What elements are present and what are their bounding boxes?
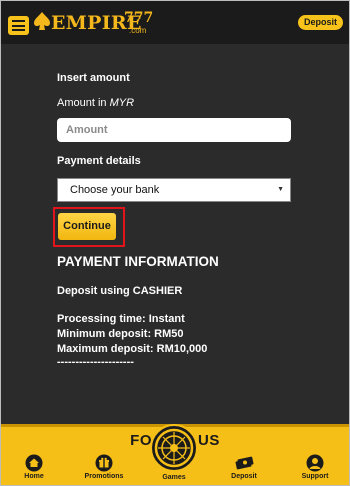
support-icon (306, 454, 324, 472)
divider-dashes: --------------------- (57, 356, 134, 368)
spade-icon (34, 12, 50, 30)
bank-select-value: Choose your bank (70, 184, 160, 196)
money-icon (235, 456, 254, 470)
continue-button[interactable]: Continue (58, 213, 116, 240)
nav-promotions[interactable]: Promotions (74, 454, 134, 480)
menu-line (12, 29, 25, 31)
dropdown-caret-icon: ▼ (277, 186, 284, 193)
currency-label: MYR (109, 97, 135, 109)
logo-number: 777 (124, 10, 154, 26)
roulette-icon (154, 428, 194, 468)
processing-time-text: Processing time: Instant (57, 313, 185, 325)
amount-in-label: Amount in MYR (57, 97, 134, 109)
menu-line (12, 20, 25, 22)
menu-line (12, 24, 25, 27)
follow-text-right: US (198, 432, 220, 449)
nav-promotions-label: Promotions (84, 473, 124, 480)
home-icon (25, 454, 43, 472)
logo-domain: .com (129, 26, 147, 35)
empire777-logo[interactable]: EMPIRE 777 .com (33, 9, 193, 37)
maximum-deposit-text: Maximum deposit: RM10,000 (57, 343, 208, 355)
nav-games[interactable] (150, 424, 198, 472)
amount-input[interactable] (57, 118, 291, 142)
bank-select[interactable]: Choose your bank ▼ (57, 178, 291, 202)
gift-icon (95, 454, 113, 472)
nav-support-label: Support (301, 473, 329, 480)
insert-amount-heading: Insert amount (57, 72, 130, 84)
nav-games-label: Games (162, 474, 186, 481)
minimum-deposit-text: Minimum deposit: RM50 (57, 328, 184, 340)
payment-details-heading: Payment details (57, 155, 141, 167)
nav-deposit[interactable]: Deposit (214, 454, 274, 480)
deposit-method-text: Deposit using CASHIER (57, 285, 183, 297)
nav-home-label: Home (24, 473, 44, 480)
follow-text-left: FO (130, 432, 152, 449)
nav-support[interactable]: Support (285, 454, 345, 480)
top-header: EMPIRE 777 .com Deposit (0, 0, 350, 44)
amount-in-prefix: Amount in (57, 97, 107, 109)
hamburger-menu-button[interactable] (8, 16, 29, 35)
nav-deposit-label: Deposit (231, 473, 257, 480)
header-deposit-button[interactable]: Deposit (298, 15, 343, 30)
payment-information-title: PAYMENT INFORMATION (57, 254, 219, 269)
nav-home[interactable]: Home (4, 454, 64, 480)
